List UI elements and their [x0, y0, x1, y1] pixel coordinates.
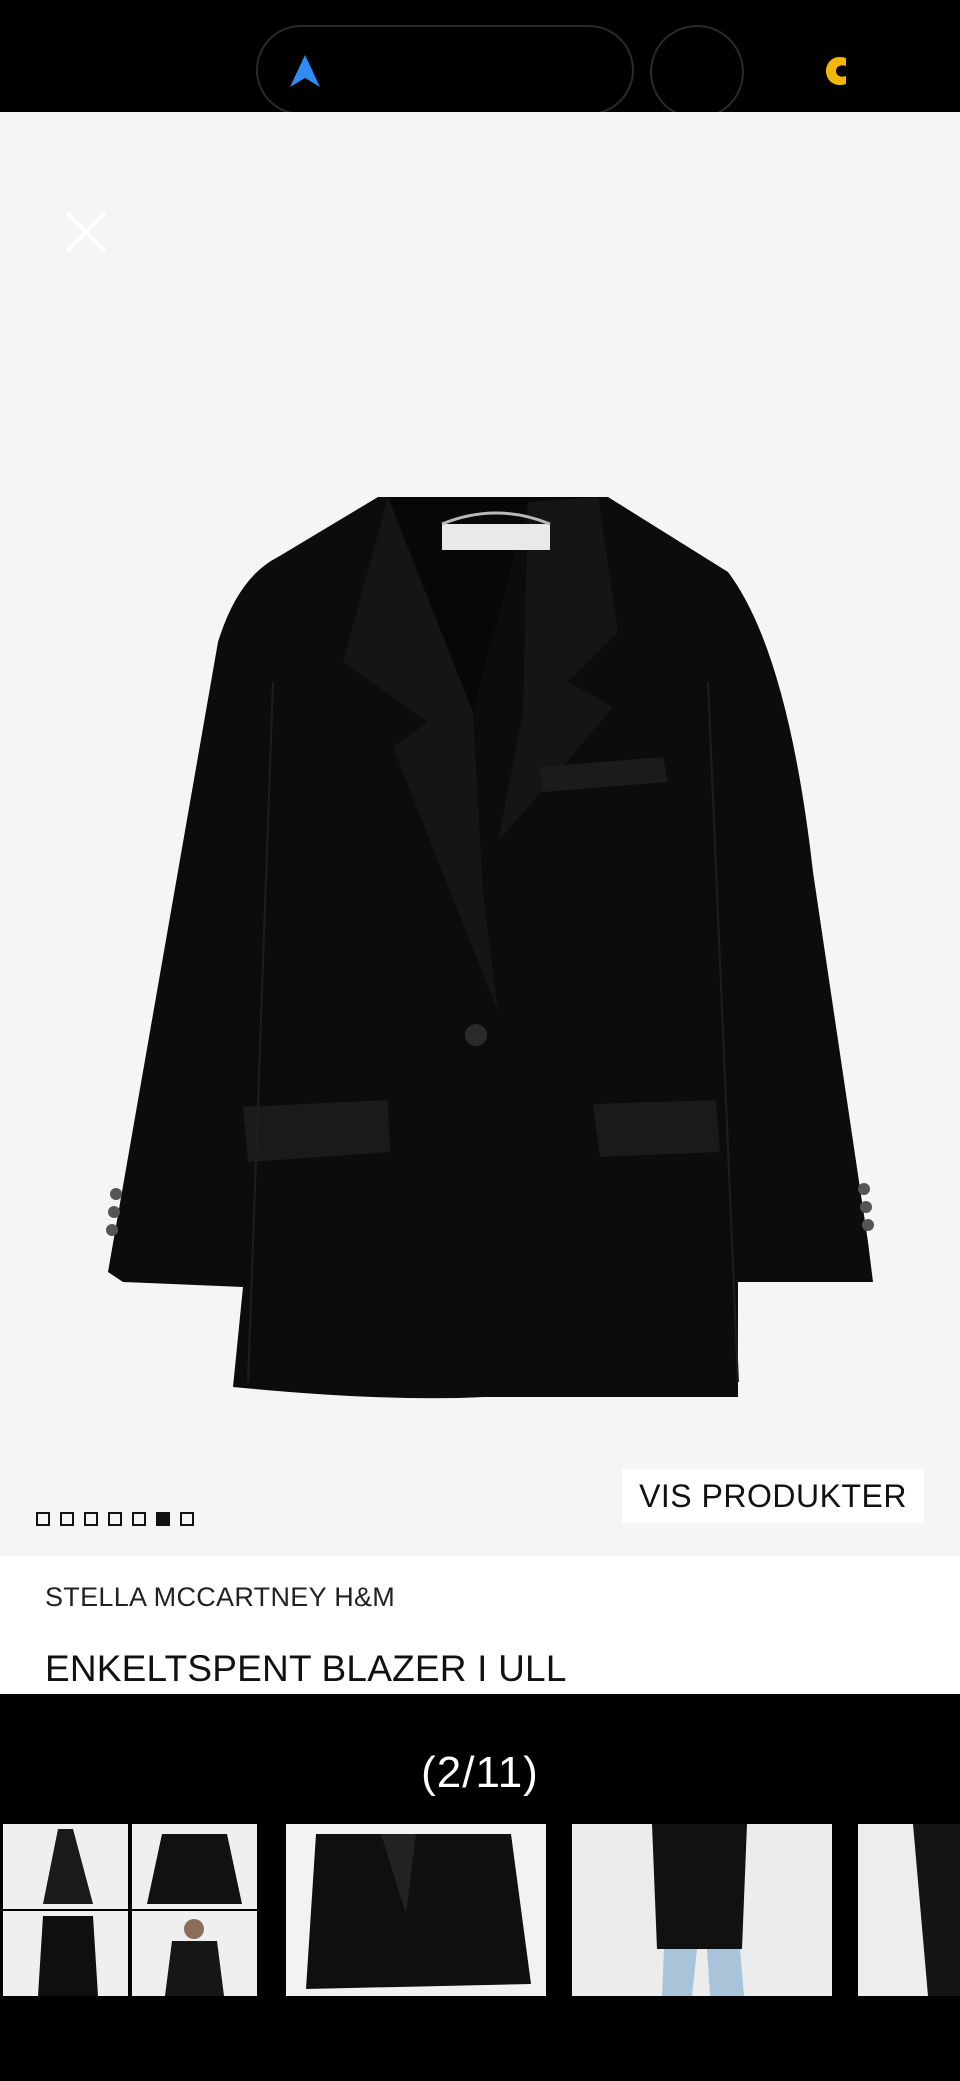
address-bar-pill[interactable]: [256, 25, 634, 115]
thumbnail[interactable]: [572, 1824, 832, 1996]
gallery-strip: (2/11): [0, 1694, 960, 2081]
pagination-dot-active[interactable]: [156, 1512, 170, 1526]
thumbnail-cell: [132, 1824, 257, 1909]
product-info: STELLA MCCARTNEY H&M ENKELTSPENT BLAZER …: [0, 1556, 960, 1694]
image-counter: (2/11): [421, 1748, 539, 1797]
close-icon[interactable]: [62, 208, 110, 256]
product-brand: STELLA MCCARTNEY H&M: [45, 1582, 396, 1612]
product-image-viewer[interactable]: VIS PRODUKTER: [0, 112, 960, 1556]
thumbnail-row: [0, 1824, 960, 2002]
pagination-dot[interactable]: [132, 1512, 146, 1526]
product-name: ENKELTSPENT BLAZER I ULL: [45, 1648, 567, 1689]
thumbnail-grid[interactable]: [3, 1824, 257, 1996]
circle-button[interactable]: [650, 25, 744, 119]
pagination-dot[interactable]: [60, 1512, 74, 1526]
show-products-button[interactable]: VIS PRODUKTER: [622, 1469, 924, 1523]
pagination-dot[interactable]: [180, 1512, 194, 1526]
top-bar: [0, 0, 960, 119]
image-pagination-dots: [36, 1512, 194, 1526]
blazer-product-image: [106, 497, 874, 1399]
pagination-dot[interactable]: [36, 1512, 50, 1526]
pagination-dot[interactable]: [84, 1512, 98, 1526]
thumbnail-cell: [3, 1911, 128, 1996]
thumbnail-selected[interactable]: [286, 1824, 546, 1996]
thumbnail[interactable]: [858, 1824, 960, 1996]
thumbnail-cell: [132, 1911, 257, 1996]
thumbnail-cell: [3, 1824, 128, 1909]
app-icon[interactable]: [826, 54, 846, 88]
pagination-dot[interactable]: [108, 1512, 122, 1526]
navigation-arrow-icon: [290, 55, 320, 87]
